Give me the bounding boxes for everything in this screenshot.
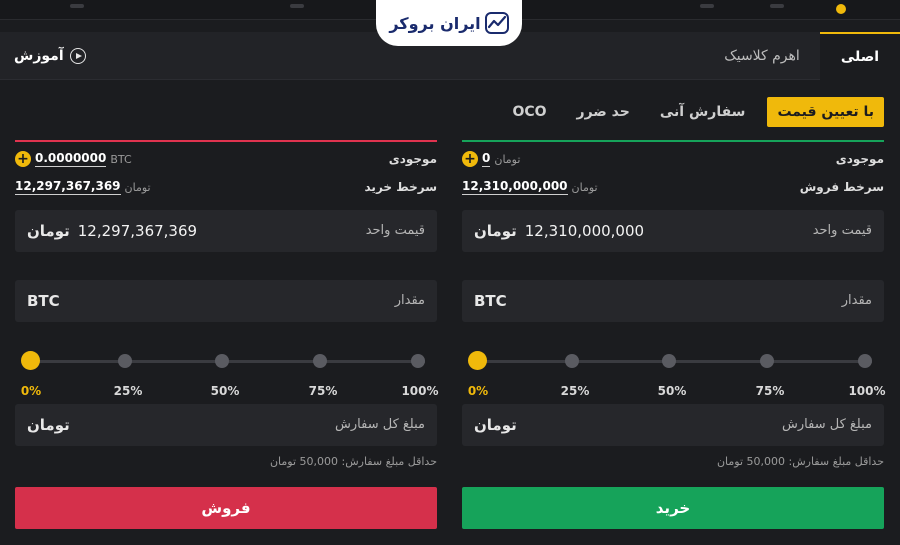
tab-main[interactable]: اصلی bbox=[820, 32, 900, 80]
slider-label-100: 100% bbox=[848, 384, 886, 398]
sell-button[interactable]: فروش bbox=[15, 487, 437, 529]
play-icon bbox=[69, 48, 86, 64]
price-label: قیمت واحد bbox=[812, 223, 872, 238]
buy-rate-row: سرخط فروش 12,310,000,000 تومان bbox=[462, 170, 884, 198]
sell-price-field[interactable]: قیمت واحد تومان 12,297,367,369 bbox=[15, 210, 437, 252]
chart-trend-logo-icon bbox=[484, 12, 509, 34]
best-bid-value[interactable]: 12,297,367,369 bbox=[15, 179, 121, 195]
slider-label-75: 75% bbox=[308, 384, 338, 398]
sell-percent-slider[interactable]: 0% 25% 50% 75% 100% bbox=[15, 342, 439, 400]
price-unit: تومان bbox=[27, 222, 70, 240]
buy-percent-slider[interactable]: 0% 25% 50% 75% 100% bbox=[462, 342, 886, 400]
buy-balance-value[interactable]: 0 bbox=[482, 151, 491, 167]
total-label: مبلغ کل سفارش bbox=[782, 417, 872, 432]
slider-step-75[interactable] bbox=[313, 354, 327, 368]
price-unit: تومان bbox=[474, 222, 517, 240]
amount-unit: BTC bbox=[27, 292, 60, 310]
total-label: مبلغ کل سفارش bbox=[335, 417, 425, 432]
best-ask-label: سرخط فروش bbox=[799, 180, 884, 194]
logo-badge: ایران بروکر bbox=[376, 0, 522, 46]
tutorial-label: آموزش bbox=[14, 48, 64, 64]
cropped-text-fragment bbox=[700, 4, 714, 8]
buy-total-field[interactable]: مبلغ کل سفارش تومان bbox=[462, 404, 884, 446]
slider-label-50: 50% bbox=[657, 384, 687, 398]
sell-amount-field[interactable]: مقدار BTC bbox=[15, 280, 437, 322]
slider-thumb[interactable] bbox=[21, 351, 40, 370]
total-unit: تومان bbox=[474, 416, 517, 434]
slider-thumb[interactable] bbox=[468, 351, 487, 370]
order-type-stop-loss[interactable]: حد ضرر bbox=[569, 98, 638, 126]
buy-panel: موجودی + 0 تومان سرخط فروش 12,310,000,00… bbox=[462, 140, 886, 529]
sell-balance-value[interactable]: 0.0000000 bbox=[35, 151, 107, 167]
slider-step-25[interactable] bbox=[565, 354, 579, 368]
slider-label-25: 25% bbox=[113, 384, 143, 398]
best-bid-label: سرخط خرید bbox=[364, 180, 438, 194]
deposit-plus-icon[interactable]: + bbox=[462, 151, 478, 167]
slider-label-100: 100% bbox=[401, 384, 439, 398]
logo-text: ایران بروکر bbox=[389, 13, 481, 33]
balance-label: موجودی bbox=[835, 152, 884, 166]
balance-label: موجودی bbox=[388, 152, 437, 166]
deposit-plus-icon[interactable]: + bbox=[15, 151, 31, 167]
cropped-text-fragment bbox=[770, 4, 784, 8]
order-type-limit[interactable]: با تعیین قیمت bbox=[767, 97, 884, 127]
slider-label-0: 0% bbox=[20, 384, 42, 398]
cropped-text-fragment bbox=[290, 4, 304, 8]
slider-label-0: 0% bbox=[467, 384, 489, 398]
order-type-market[interactable]: سفارش آنی bbox=[652, 98, 754, 126]
buy-balance-row: موجودی + 0 تومان bbox=[462, 142, 884, 170]
notification-dot-icon bbox=[836, 4, 846, 14]
best-ask-value[interactable]: 12,310,000,000 bbox=[462, 179, 568, 195]
slider-label-50: 50% bbox=[210, 384, 240, 398]
amount-label: مقدار bbox=[841, 293, 872, 308]
amount-label: مقدار bbox=[394, 293, 425, 308]
tutorial-link[interactable]: آموزش bbox=[14, 32, 86, 80]
best-ask-unit: تومان bbox=[571, 180, 598, 194]
total-unit: تومان bbox=[27, 416, 70, 434]
price-label: قیمت واحد bbox=[365, 223, 425, 238]
slider-step-100[interactable] bbox=[411, 354, 425, 368]
buy-balance-unit: تومان bbox=[494, 152, 521, 166]
buy-amount-field[interactable]: مقدار BTC bbox=[462, 280, 884, 322]
slider-step-50[interactable] bbox=[662, 354, 676, 368]
sell-rate-row: سرخط خرید 12,297,367,369 تومان bbox=[15, 170, 437, 198]
buy-price-field[interactable]: قیمت واحد تومان 12,310,000,000 bbox=[462, 210, 884, 252]
sell-price-input[interactable]: 12,297,367,369 bbox=[78, 222, 197, 240]
order-type-selector: با تعیین قیمت سفارش آنی حد ضرر OCO bbox=[504, 96, 884, 128]
cropped-text-fragment bbox=[70, 4, 84, 8]
order-type-oco[interactable]: OCO bbox=[504, 98, 554, 126]
best-bid-unit: تومان bbox=[124, 180, 151, 194]
slider-label-75: 75% bbox=[755, 384, 785, 398]
slider-step-75[interactable] bbox=[760, 354, 774, 368]
sell-balance-row: موجودی + 0.0000000 BTC bbox=[15, 142, 437, 170]
sell-balance-unit: BTC bbox=[110, 152, 132, 166]
sell-panel: موجودی + 0.0000000 BTC سرخط خرید 12,297,… bbox=[15, 140, 439, 529]
slider-step-100[interactable] bbox=[858, 354, 872, 368]
min-order-note: حداقل مبلغ سفارش: 50,000 تومان bbox=[716, 455, 884, 468]
slider-step-50[interactable] bbox=[215, 354, 229, 368]
slider-step-25[interactable] bbox=[118, 354, 132, 368]
buy-price-input[interactable]: 12,310,000,000 bbox=[525, 222, 644, 240]
buy-button[interactable]: خرید bbox=[462, 487, 884, 529]
min-order-note: حداقل مبلغ سفارش: 50,000 تومان bbox=[269, 455, 437, 468]
amount-unit: BTC bbox=[474, 292, 507, 310]
sell-total-field[interactable]: مبلغ کل سفارش تومان bbox=[15, 404, 437, 446]
slider-label-25: 25% bbox=[560, 384, 590, 398]
tab-classic-leverage[interactable]: اهرم کلاسیک bbox=[712, 32, 812, 80]
